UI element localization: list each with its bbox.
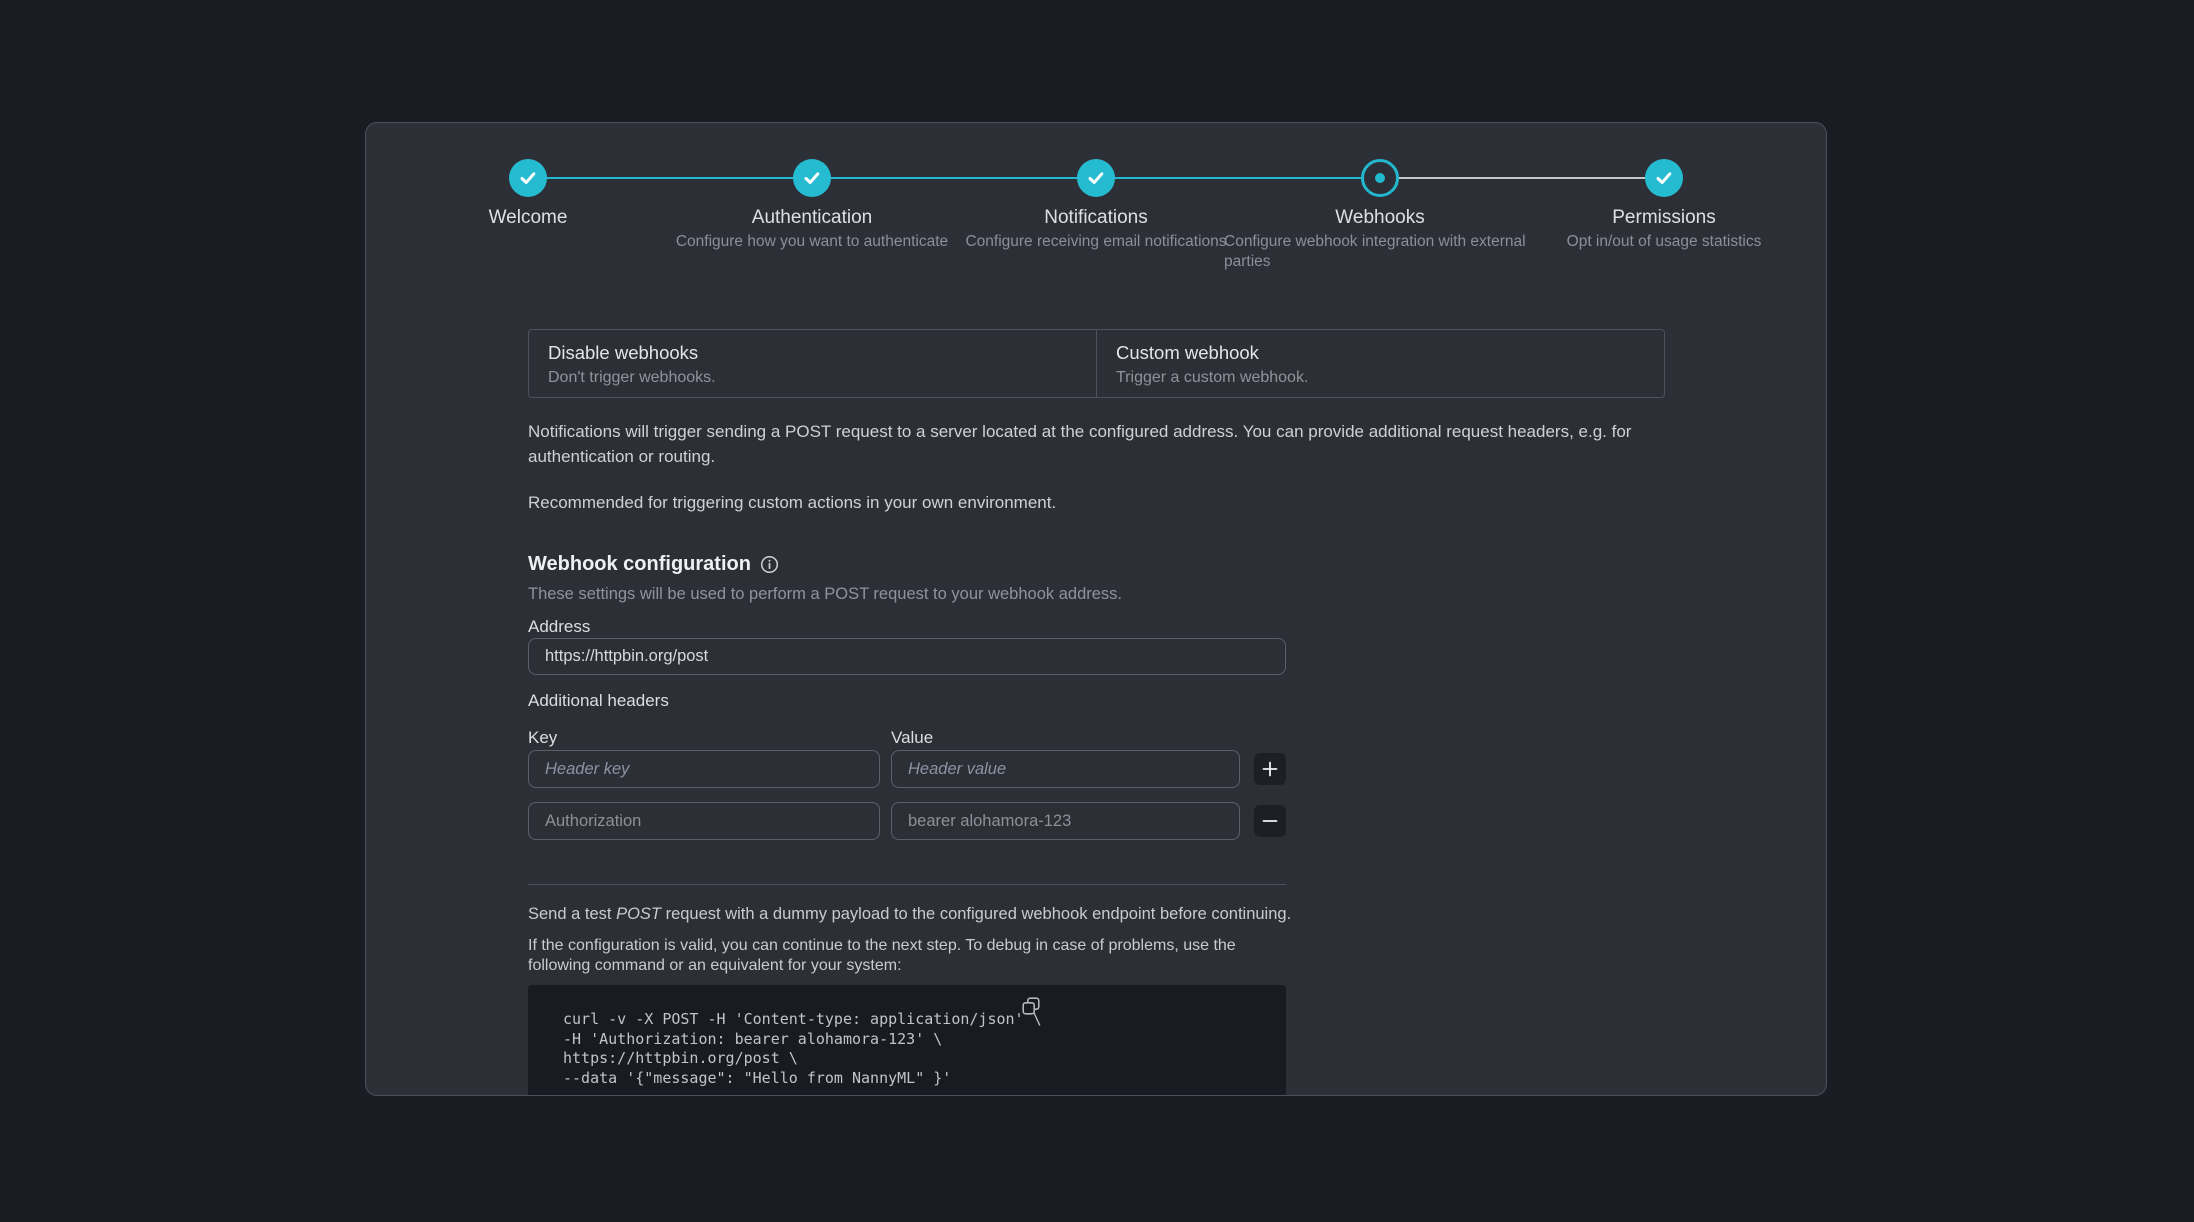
current-step-dot-icon [1375,173,1385,183]
info-icon[interactable] [760,555,779,574]
step-authentication[interactable]: Authentication Configure how you want to… [670,159,954,252]
step-description: Configure how you want to authenticate [670,232,954,252]
section-divider [528,884,1286,885]
additional-headers-label: Additional headers [528,691,669,711]
curl-line: -H 'Authorization: bearer alohamora-123'… [563,1030,1286,1050]
curl-line: curl -v -X POST -H 'Content-type: applic… [563,1010,1286,1030]
check-icon [518,168,538,188]
step-label: Permissions [1522,207,1806,229]
step-notifications[interactable]: Notifications Configure receiving email … [954,159,1238,252]
step-description: Configure webhook integration with exter… [1224,232,1536,272]
curl-command-block: curl -v -X POST -H 'Content-type: applic… [528,985,1286,1096]
header-value-input[interactable] [891,802,1240,840]
step-current-circle [1361,159,1399,197]
curl-line: https://httpbin.org/post \ [563,1049,1286,1069]
option-custom-webhook[interactable]: Custom webhook Trigger a custom webhook. [1096,330,1664,397]
recommendation-paragraph: Recommended for triggering custom action… [528,490,1673,515]
option-description: Don't trigger webhooks. [548,367,1077,388]
option-disable-webhooks[interactable]: Disable webhooks Don't trigger webhooks. [529,330,1096,397]
section-title: Webhook configuration [528,553,751,576]
value-column-label: Value [891,728,933,748]
webhook-configuration-heading: Webhook configuration [528,553,779,576]
option-title: Disable webhooks [548,341,1077,364]
option-title: Custom webhook [1116,341,1645,364]
sentence-prefix: Send a test [528,905,616,923]
wizard-stepper: Welcome Authentication Configure how you… [366,123,1827,293]
check-icon [1086,168,1106,188]
step-welcome[interactable]: Welcome [386,159,670,229]
test-request-sentence: Send a test POST request with a dummy pa… [528,905,1291,924]
copy-icon [1020,995,1042,1017]
header-value-input[interactable] [891,750,1240,788]
step-permissions[interactable]: Permissions Opt in/out of usage statisti… [1522,159,1806,252]
step-description: Opt in/out of usage statistics [1522,232,1806,252]
step-description: Configure receiving email notifications [954,232,1238,252]
minus-icon [1261,812,1279,830]
remove-header-button[interactable] [1254,805,1286,837]
key-column-label: Key [528,728,557,748]
address-input[interactable] [528,638,1286,675]
check-icon [802,168,822,188]
webhook-mode-options: Disable webhooks Don't trigger webhooks.… [528,329,1665,398]
step-completed-circle [509,159,547,197]
setup-wizard-card: Welcome Authentication Configure how you… [365,122,1827,1096]
option-description: Trigger a custom webhook. [1116,367,1645,388]
header-key-input[interactable] [528,802,880,840]
step-completed-circle [1077,159,1115,197]
intro-paragraph: Notifications will trigger sending a POS… [528,419,1673,469]
step-webhooks-current[interactable]: Webhooks Configure webhook integration w… [1238,159,1522,272]
sentence-suffix: request with a dummy payload to the conf… [661,905,1291,923]
copy-command-button[interactable] [1020,995,1042,1020]
debug-hint: If the configuration is valid, you can c… [528,936,1298,975]
section-subtitle: These settings will be used to perform a… [528,585,1122,604]
curl-line: --data '{"message": "Hello from NannyML"… [563,1069,1286,1089]
plus-icon [1261,760,1279,778]
step-completed-circle [1645,159,1683,197]
header-key-input[interactable] [528,750,880,788]
add-header-button[interactable] [1254,753,1286,785]
step-label: Welcome [386,207,670,229]
sentence-post-word: POST [616,905,661,923]
step-label: Authentication [670,207,954,229]
check-icon [1654,168,1674,188]
step-completed-circle [793,159,831,197]
step-label: Notifications [954,207,1238,229]
step-label: Webhooks [1238,207,1522,229]
address-label: Address [528,617,590,637]
